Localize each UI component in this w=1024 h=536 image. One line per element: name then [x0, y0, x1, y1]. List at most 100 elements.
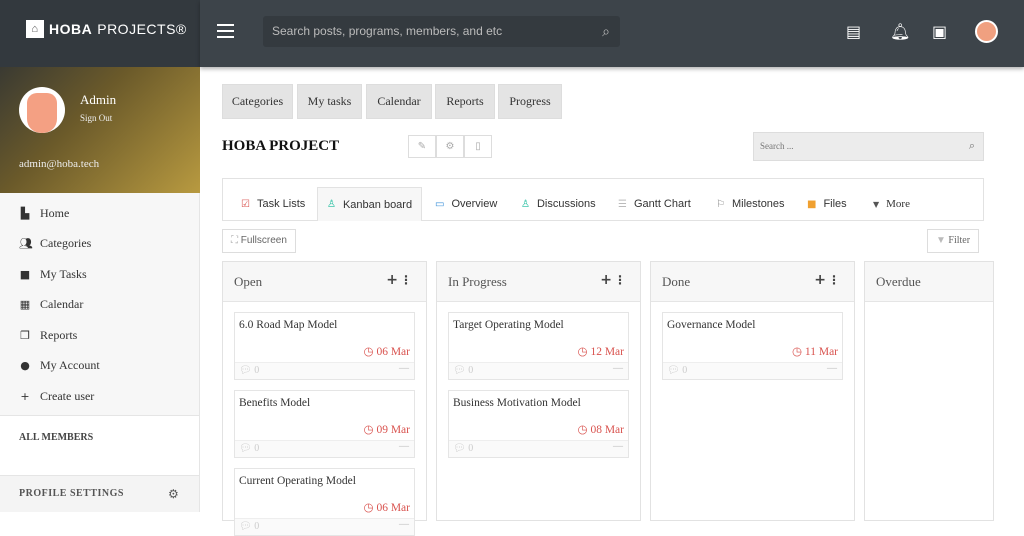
sign-out-link[interactable]: Sign Out [80, 113, 112, 123]
clock-icon: ◷ [363, 502, 377, 514]
column-title: Done [662, 274, 691, 289]
comment-count: 0 [468, 365, 474, 376]
kanban-column: In Progress + ⋮ Target Operating Model ◷ 1… [436, 261, 641, 521]
inbox-icon[interactable]: ▣ [932, 22, 947, 41]
messages-icon[interactable]: ▤ [846, 22, 861, 41]
edit-icon[interactable]: ✎ [408, 135, 436, 158]
global-search-input[interactable]: Search posts, programs, members, and etc… [263, 16, 620, 47]
comment-icon: 💬︎ [239, 365, 255, 376]
card-title: 6.0 Road Map Model [239, 319, 338, 331]
collapse-icon[interactable]: — [613, 363, 623, 374]
collapse-icon[interactable]: — [613, 441, 623, 452]
add-card-icon[interactable]: + [386, 272, 398, 288]
tab-files[interactable]: ■ Files [798, 187, 856, 221]
tab-kanban-board[interactable]: ♙ Kanban board [317, 187, 423, 221]
collapse-icon[interactable]: — [399, 519, 409, 530]
comment-icon: 💬︎ [239, 443, 255, 454]
copy-icon: ❐ [20, 329, 30, 342]
card-footer: 💬︎ 0 — [449, 440, 628, 457]
collapse-icon[interactable]: — [827, 363, 837, 374]
kanban-column: Done + ⋮ Governance Model ◷ 11 Mar 💬︎ 0 — [650, 261, 855, 521]
tab-more[interactable]: ▼ More [864, 187, 919, 221]
column-header: In Progress + ⋮ [437, 262, 640, 302]
add-card-icon[interactable]: + [600, 272, 612, 288]
profile-avatar [19, 87, 65, 133]
sidebar-item-my-tasks[interactable]: ■ My Tasks [19, 267, 87, 282]
search-icon[interactable]: ⌕ [969, 133, 975, 160]
profile-settings-bar[interactable]: PROFILE SETTINGS ⚙ [0, 475, 200, 512]
column-menu-icon[interactable]: ⋮ [614, 273, 626, 287]
project-tabs: ☑ Task Lists ♙ Kanban board ▭ Overview ♙ Dis… [222, 178, 984, 221]
tab-gantt-chart[interactable]: ☰ Gantt Chart [609, 187, 700, 221]
sidebar-item-home[interactable]: ▙ Home [19, 206, 70, 221]
nav-progress-button[interactable]: Progress [498, 84, 562, 119]
nav-reports-button[interactable]: Reports [435, 84, 495, 119]
task-card[interactable]: Governance Model ◷ 11 Mar 💬︎ 0 — [662, 312, 843, 380]
task-card[interactable]: Target Operating Model ◷ 12 Mar 💬︎ 0 — [448, 312, 629, 380]
profile-email: admin@hoba.tech [19, 158, 100, 170]
tab-overview[interactable]: ▭ Overview [426, 187, 506, 221]
column-title: Open [234, 274, 263, 289]
nav-calendar-button[interactable]: Calendar [366, 84, 432, 119]
card-footer: 💬︎ 0 — [235, 362, 414, 379]
sidebar-item-calendar[interactable]: ▦ Calendar [19, 297, 84, 312]
sidebar-item-categories[interactable]: 👥︎ Categories [19, 236, 91, 251]
due-date: ◷ 09 Mar [363, 424, 410, 436]
fullscreen-button[interactable]: ⛶ Fullscreen [222, 229, 296, 253]
nav-categories-button[interactable]: Categories [222, 84, 293, 119]
due-date: ◷ 08 Mar [577, 424, 624, 436]
comment-count: 0 [682, 365, 688, 376]
task-card[interactable]: 6.0 Road Map Model ◷ 06 Mar 💬︎ 0 — [234, 312, 415, 380]
collapse-icon[interactable]: — [399, 363, 409, 374]
tab-discussions[interactable]: ♙ Discussions [512, 187, 605, 221]
checkbox-icon: ☑ [241, 198, 250, 210]
comment-count: 0 [468, 443, 474, 454]
task-card[interactable]: Benefits Model ◷ 09 Mar 💬︎ 0 — [234, 390, 415, 458]
fullscreen-icon: ⛶ [231, 235, 241, 246]
comment-icon: 💬︎ [239, 521, 255, 532]
settings-icon[interactable]: ⚙ [436, 135, 464, 158]
task-card[interactable]: Current Operating Model ◷ 06 Mar 💬︎ 0— [234, 468, 415, 536]
sidebar-nav: ▙ Home 👥︎ Categories ■ My Tasks ▦ Calendar ❐… [0, 193, 200, 415]
comment-count: 0 [254, 365, 260, 376]
search-icon[interactable]: ⌕ [602, 16, 610, 47]
column-menu-icon[interactable]: ⋮ [400, 273, 412, 287]
collapse-icon[interactable]: — [399, 441, 409, 452]
card-title: Governance Model [667, 319, 756, 331]
account-icon: ● [20, 359, 30, 372]
profile-name: Admin [80, 92, 117, 107]
bell-icon[interactable]: 🔔︎ [890, 22, 910, 41]
comment-icon: 💬︎ [453, 443, 469, 454]
card-title: Target Operating Model [453, 319, 564, 331]
tab-milestones[interactable]: ⚐ Milestones [707, 187, 794, 221]
folder-icon: ■ [19, 268, 31, 281]
task-card[interactable]: Business Motivation Model ◷ 08 Mar 💬︎ 0 — [448, 390, 629, 458]
users-icon: 👥︎ [19, 237, 33, 250]
project-search-input[interactable]: Search ... ⌕ [753, 132, 984, 161]
card-title: Current Operating Model [239, 475, 356, 487]
nav-my-tasks-button[interactable]: My tasks [297, 84, 362, 119]
due-date: ◷ 06 Mar [363, 346, 410, 358]
sidebar-item-create-user[interactable]: + Create user [19, 389, 94, 404]
add-card-icon[interactable]: + [814, 272, 826, 288]
comment-icon: 💬︎ [453, 365, 469, 376]
gear-icon[interactable]: ⚙ [168, 487, 179, 501]
sidebar-item-my-account[interactable]: ● My Account [19, 358, 99, 373]
kanban-column: Open + ⋮ 6.0 Road Map Model ◷ 06 Mar 💬︎ 0 —… [222, 261, 427, 536]
flag-icon: ⚐ [716, 198, 725, 210]
sidebar-item-reports[interactable]: ❐ Reports [19, 328, 77, 343]
tab-task-lists[interactable]: ☑ Task Lists [232, 187, 314, 221]
filter-button[interactable]: ▼ Filter [927, 229, 980, 253]
user-avatar[interactable] [975, 20, 998, 43]
column-header: Done + ⋮ [651, 262, 854, 302]
clock-icon: ◷ [577, 346, 591, 358]
column-title: In Progress [448, 274, 507, 289]
card-title: Benefits Model [239, 397, 311, 409]
document-icon[interactable]: ▯ [464, 135, 492, 158]
column-menu-icon[interactable]: ⋮ [828, 273, 840, 287]
clock-icon: ◷ [363, 424, 377, 436]
logo[interactable]: ⌂ HOBA PROJECTS® [26, 20, 187, 38]
discussions-icon: ♙ [521, 198, 530, 210]
page-title: HOBA PROJECT [222, 138, 340, 154]
menu-toggle-icon[interactable] [217, 24, 234, 38]
